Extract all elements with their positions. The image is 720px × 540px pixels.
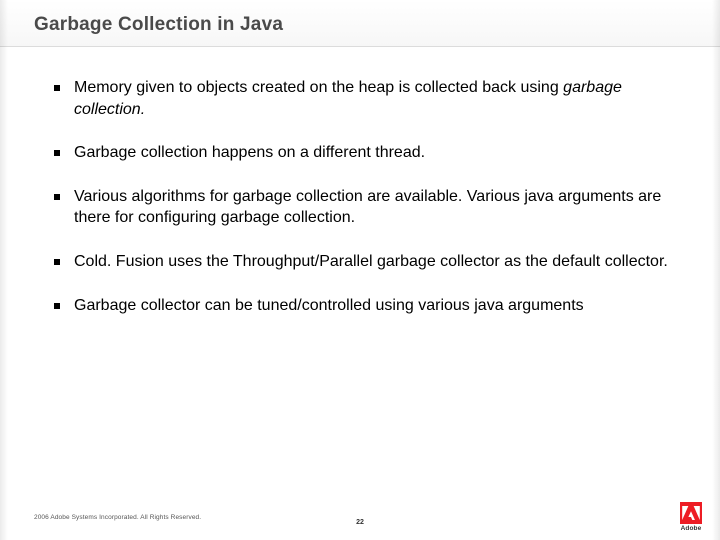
adobe-logo-icon <box>680 502 702 524</box>
bullet-text: Garbage collector can be tuned/controlle… <box>74 295 584 317</box>
decorative-shade-right <box>712 0 720 540</box>
list-item: Garbage collector can be tuned/controlle… <box>54 295 686 317</box>
bullet-text: Memory given to objects created on the h… <box>74 77 686 120</box>
decorative-shade-left <box>0 0 8 540</box>
page-number: 22 <box>356 519 364 526</box>
bullet-icon <box>54 85 60 91</box>
bullet-icon <box>54 259 60 265</box>
bullet-text-pre: Garbage collection happens on a differen… <box>74 144 425 161</box>
brand-logo-label: Adobe <box>680 525 702 532</box>
bullet-text-pre: Memory given to objects created on the h… <box>74 79 563 96</box>
brand-logo-wrap: Adobe <box>680 502 702 532</box>
bullet-text-pre: Cold. Fusion uses the Throughput/Paralle… <box>74 253 668 270</box>
footer: 2006 Adobe Systems Incorporated. All Rig… <box>0 500 720 540</box>
list-item: Cold. Fusion uses the Throughput/Paralle… <box>54 251 686 273</box>
bullet-icon <box>54 194 60 200</box>
list-item: Memory given to objects created on the h… <box>54 77 686 120</box>
bullet-text-pre: Various algorithms for garbage collectio… <box>74 188 661 227</box>
slide: Garbage Collection in Java Memory given … <box>0 0 720 540</box>
title-bar: Garbage Collection in Java <box>0 0 720 47</box>
bullet-text: Various algorithms for garbage collectio… <box>74 186 686 229</box>
content-area: Memory given to objects created on the h… <box>0 47 720 316</box>
slide-title: Garbage Collection in Java <box>34 14 720 36</box>
copyright-text: 2006 Adobe Systems Incorporated. All Rig… <box>34 514 201 521</box>
bullet-text: Cold. Fusion uses the Throughput/Paralle… <box>74 251 668 273</box>
bullet-icon <box>54 150 60 156</box>
bullet-icon <box>54 303 60 309</box>
bullet-text-pre: Garbage collector can be tuned/controlle… <box>74 297 584 314</box>
bullet-text: Garbage collection happens on a differen… <box>74 142 425 164</box>
list-item: Various algorithms for garbage collectio… <box>54 186 686 229</box>
list-item: Garbage collection happens on a differen… <box>54 142 686 164</box>
